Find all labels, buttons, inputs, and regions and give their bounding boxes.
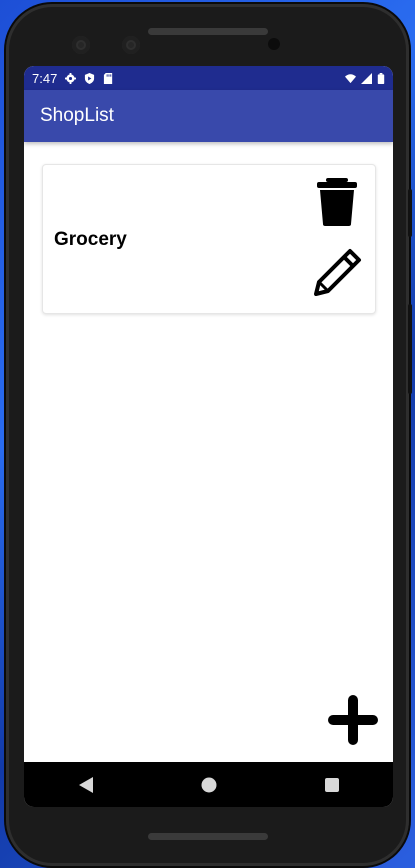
front-camera: [72, 36, 90, 54]
edit-icon[interactable]: [313, 247, 363, 297]
power-button: [408, 304, 412, 394]
proximity-sensor: [268, 38, 280, 50]
bottom-speaker: [147, 833, 268, 840]
battery-icon: [377, 72, 385, 84]
home-button[interactable]: [189, 765, 229, 805]
add-icon[interactable]: [325, 692, 381, 748]
volume-button: [408, 189, 412, 237]
status-time: 7:47: [32, 70, 58, 86]
navigation-bar: [24, 762, 393, 807]
back-icon: [78, 776, 93, 793]
cell-signal-icon: [361, 72, 372, 84]
recents-button[interactable]: [312, 765, 352, 805]
sd-card-icon: [104, 72, 113, 84]
settings-icon: [65, 72, 77, 84]
list-card[interactable]: Grocery: [42, 164, 376, 314]
back-button[interactable]: [66, 765, 106, 805]
delete-icon[interactable]: [315, 177, 359, 227]
screen: 7:47 ShopList Grocery: [24, 66, 393, 807]
shield-play-icon: [85, 72, 95, 84]
app-title: ShopList: [40, 105, 114, 126]
wifi-icon: [345, 73, 356, 83]
list-name: Grocery: [54, 229, 127, 250]
recents-icon: [324, 777, 339, 792]
status-bar: 7:47: [24, 66, 393, 90]
front-sensor: [122, 36, 140, 54]
list-container: Grocery: [24, 142, 393, 762]
app-bar: ShopList: [24, 90, 393, 142]
home-icon: [201, 777, 216, 792]
top-speaker: [147, 28, 268, 35]
